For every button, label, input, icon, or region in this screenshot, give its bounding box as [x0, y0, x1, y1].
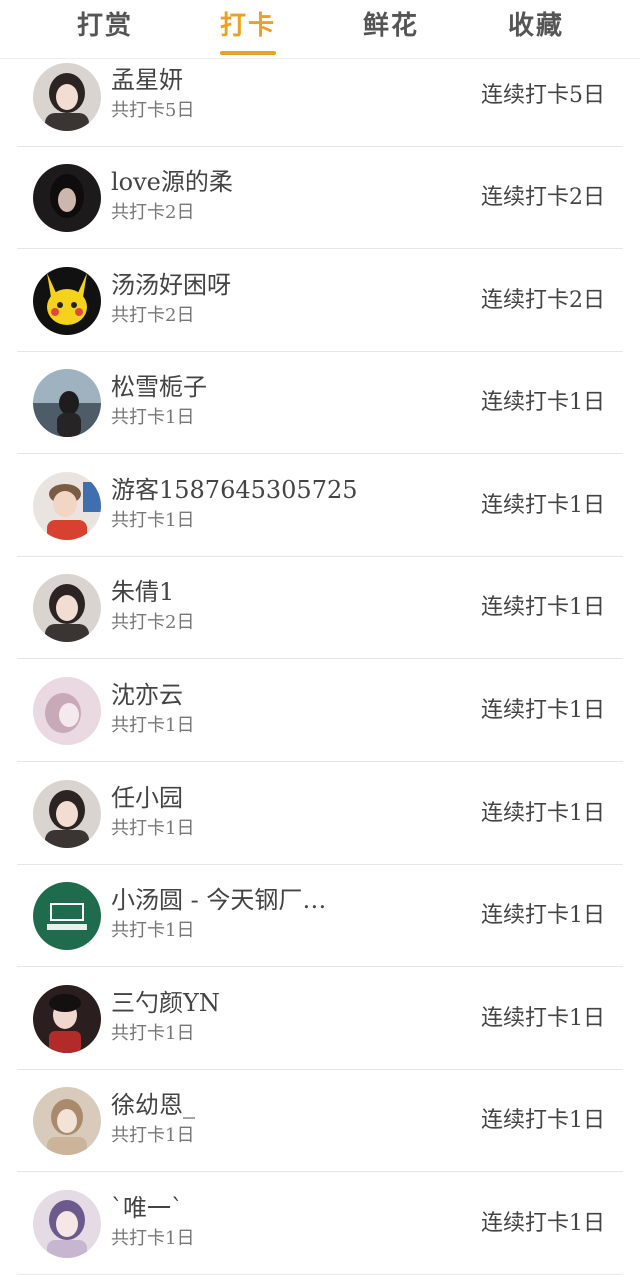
active-tab-indicator — [220, 51, 276, 55]
checkin-streak: 连续打卡1日 — [481, 493, 605, 518]
checkin-streak: 连续打卡1日 — [481, 903, 605, 928]
list-item[interactable]: 游客1587645305725 共打卡1日 连续打卡1日 — [17, 455, 623, 557]
user-name: 汤汤好困呀 — [111, 271, 231, 299]
list-item[interactable]: 徐幼恩_ 共打卡1日 连续打卡1日 — [17, 1070, 623, 1172]
total-checkin-count: 共打卡2日 — [111, 612, 195, 633]
total-checkin-count: 共打卡1日 — [111, 715, 195, 736]
list-item[interactable]: 孟星妍共打卡5日 连续打卡5日 — [17, 59, 623, 147]
list-item[interactable]: love源的柔共打卡2日 连续打卡2日 — [17, 147, 623, 249]
checkin-streak: 连续打卡1日 — [481, 595, 605, 620]
avatar-photo-girl[interactable] — [33, 780, 101, 848]
avatar-illustration[interactable] — [33, 677, 101, 745]
user-name: 小汤圆 - 今天钢厂… — [111, 886, 327, 914]
total-checkin-count: 共打卡1日 — [111, 1125, 195, 1146]
avatar-photo-light[interactable] — [33, 1087, 101, 1155]
avatar-photo-dark[interactable] — [33, 164, 101, 232]
total-checkin-count: 共打卡1日 — [111, 818, 195, 839]
user-name: 三勺颜YN — [111, 989, 220, 1017]
tab-reward[interactable]: 打赏 — [45, 8, 165, 44]
total-checkin-count: 共打卡1日 — [111, 920, 195, 941]
user-name: 徐幼恩_ — [111, 1091, 195, 1119]
tab-checkin[interactable]: 打卡 — [188, 8, 308, 44]
avatar-photo-girl[interactable] — [33, 574, 101, 642]
list-item[interactable]: 松雪栀子共打卡1日 连续打卡1日 — [17, 352, 623, 454]
user-name: 朱倩1 — [111, 578, 175, 606]
list-item[interactable]: 汤汤好困呀共打卡2日 连续打卡2日 — [17, 250, 623, 352]
checkin-streak: 连续打卡5日 — [481, 83, 605, 108]
checkin-streak: 连续打卡1日 — [481, 390, 605, 415]
user-name: 孟星妍 — [111, 66, 183, 94]
checkin-streak: 连续打卡1日 — [481, 801, 605, 826]
total-checkin-count: 共打卡1日 — [111, 407, 195, 428]
avatar-photo-red[interactable] — [33, 985, 101, 1053]
list-item[interactable]: 朱倩1 共打卡2日 连续打卡1日 — [17, 557, 623, 659]
avatar-photo-sea[interactable] — [33, 369, 101, 437]
user-name: `唯一` — [111, 1194, 183, 1222]
tab-favorites[interactable]: 收藏 — [476, 8, 596, 44]
total-checkin-count: 共打卡5日 — [111, 100, 195, 121]
tab-bar: 打赏 打卡 鲜花 收藏 — [0, 0, 640, 59]
user-name: 沈亦云 — [111, 681, 183, 709]
avatar-photo-girl[interactable] — [33, 63, 101, 131]
user-name: 松雪栀子 — [111, 373, 207, 401]
tab-flowers[interactable]: 鲜花 — [331, 8, 451, 44]
avatar-pikachu[interactable] — [33, 267, 101, 335]
avatar-photo-boy[interactable] — [33, 472, 101, 540]
checkin-streak: 连续打卡1日 — [481, 698, 605, 723]
total-checkin-count: 共打卡1日 — [111, 510, 195, 531]
checkin-streak: 连续打卡2日 — [481, 288, 605, 313]
checkin-streak: 连续打卡2日 — [481, 185, 605, 210]
list-item[interactable]: 小汤圆 - 今天钢厂… 共打卡1日 连续打卡1日 — [17, 865, 623, 967]
user-name: 任小园 — [111, 784, 183, 812]
total-checkin-count: 共打卡2日 — [111, 202, 195, 223]
list-item[interactable]: 沈亦云共打卡1日 连续打卡1日 — [17, 660, 623, 762]
list-item[interactable]: 任小园共打卡1日 连续打卡1日 — [17, 763, 623, 865]
checkin-streak: 连续打卡1日 — [481, 1211, 605, 1236]
list-item[interactable]: `唯一` 共打卡1日 连续打卡1日 — [17, 1173, 623, 1275]
checkin-streak: 连续打卡1日 — [481, 1108, 605, 1133]
total-checkin-count: 共打卡2日 — [111, 305, 195, 326]
checkin-streak: 连续打卡1日 — [481, 1006, 605, 1031]
total-checkin-count: 共打卡1日 — [111, 1228, 195, 1249]
list-item[interactable]: 三勺颜YN 共打卡1日 连续打卡1日 — [17, 968, 623, 1070]
avatar-photo-purple[interactable] — [33, 1190, 101, 1258]
user-name: 游客1587645305725 — [111, 476, 358, 504]
total-checkin-count: 共打卡1日 — [111, 1023, 195, 1044]
avatar-green-logo[interactable] — [33, 882, 101, 950]
user-name: love源的柔 — [111, 168, 233, 196]
